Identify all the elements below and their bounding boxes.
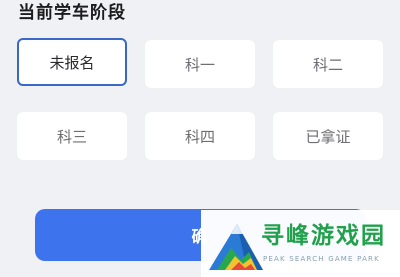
watermark-title: 寻峰游戏园 [261,223,386,249]
stage-option-subject-two[interactable]: 科二 [273,40,383,88]
watermark: 寻峰游戏园 PEAK SEARCH GAME PARK [201,210,400,277]
section-title: 当前学车阶段 [18,3,126,23]
watermark-subtitle: PEAK SEARCH GAME PARK [263,255,380,263]
stage-option-not-registered[interactable]: 未报名 [17,38,127,86]
stage-option-licensed[interactable]: 已拿证 [273,112,383,160]
mountain-peak-logo-icon [209,224,263,270]
stage-option-subject-three[interactable]: 科三 [17,112,127,160]
stage-option-subject-one[interactable]: 科一 [145,40,255,88]
stage-option-subject-four[interactable]: 科四 [145,112,255,160]
